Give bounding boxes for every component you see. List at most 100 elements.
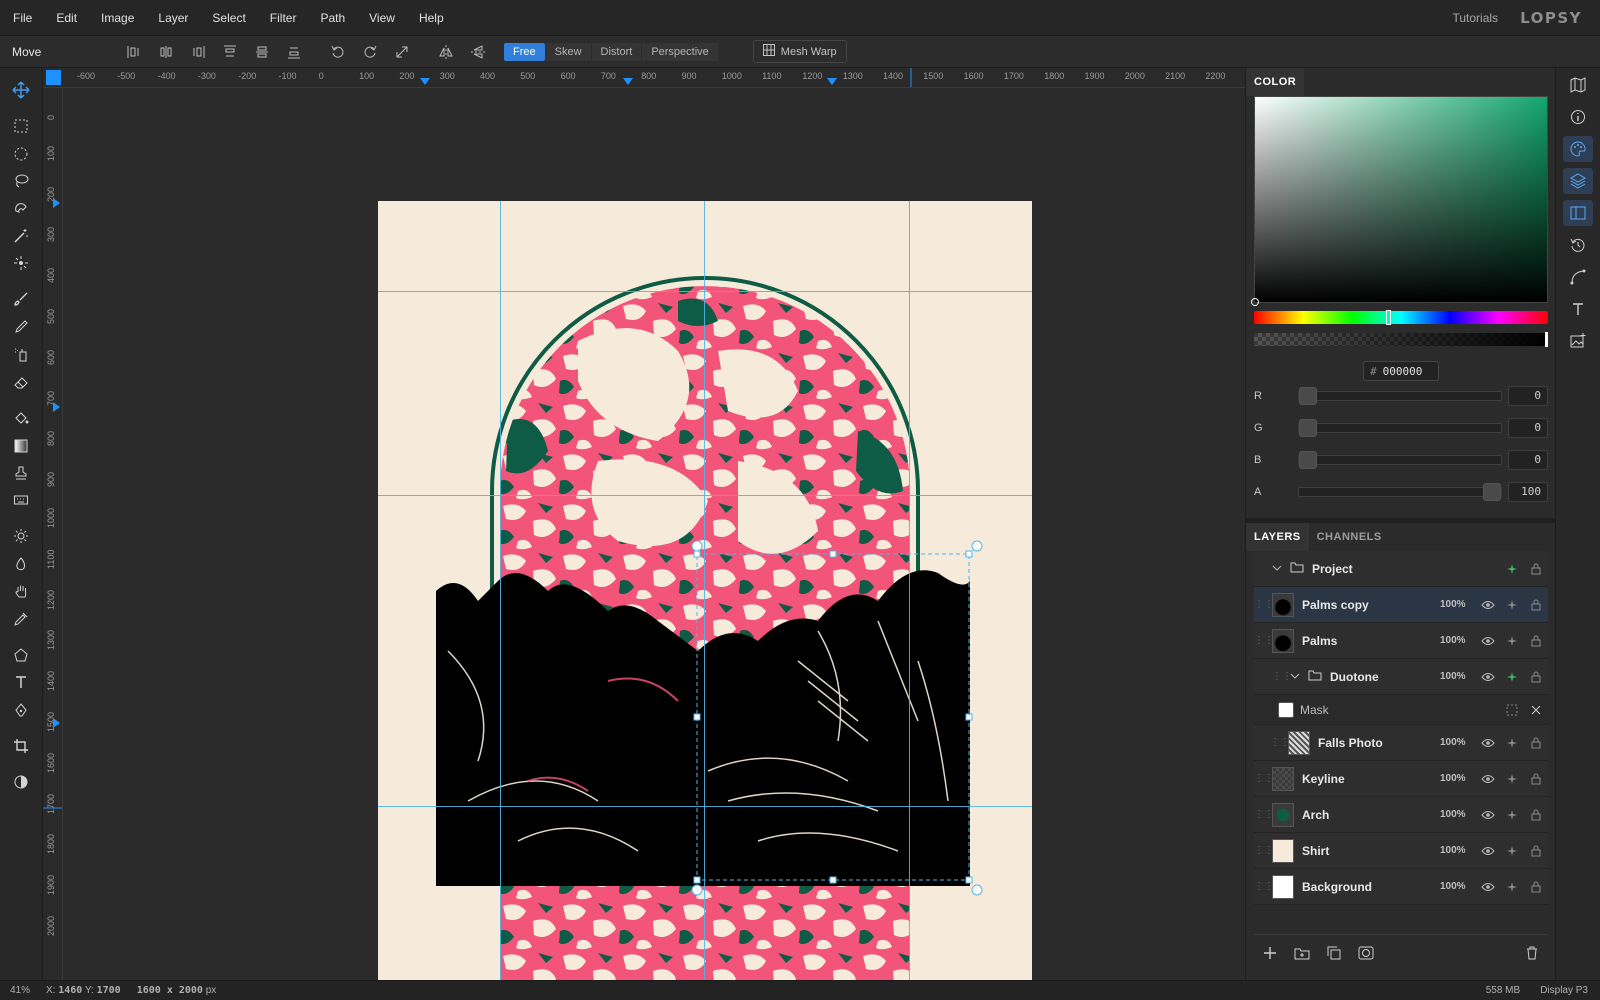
- effects-icon[interactable]: [1500, 599, 1524, 611]
- path-curve-icon[interactable]: [1563, 264, 1593, 290]
- guide-horizontal[interactable]: [378, 495, 1032, 496]
- layer-name[interactable]: Mask: [1300, 703, 1500, 717]
- rotate-cw-icon[interactable]: [354, 39, 386, 65]
- tab-channels[interactable]: CHANNELS: [1309, 523, 1390, 551]
- palette-icon[interactable]: [1563, 136, 1593, 162]
- alpha-value-slider[interactable]: [1298, 483, 1502, 501]
- drag-handle-icon[interactable]: ⋮⋮: [1254, 881, 1274, 892]
- duplicate-icon[interactable]: [1318, 939, 1350, 967]
- drag-handle-icon[interactable]: ⋮⋮: [1272, 671, 1292, 682]
- map-icon[interactable]: [1563, 72, 1593, 98]
- guide-vertical[interactable]: [704, 201, 705, 980]
- add-layer-icon[interactable]: [1254, 939, 1286, 967]
- history-icon[interactable]: [1563, 232, 1593, 258]
- menu-file[interactable]: File: [0, 11, 43, 25]
- hex-input[interactable]: # 000000: [1363, 361, 1439, 381]
- mask-select-icon[interactable]: [1500, 704, 1524, 716]
- red-slider[interactable]: [1298, 387, 1502, 405]
- rect-select-icon[interactable]: [6, 114, 36, 138]
- layer-name[interactable]: Falls Photo: [1318, 736, 1440, 750]
- menu-select[interactable]: Select: [199, 11, 256, 25]
- add-mask-icon[interactable]: [1350, 939, 1382, 967]
- magnetic-lasso-icon[interactable]: [6, 197, 36, 221]
- eye-icon[interactable]: [1476, 672, 1500, 682]
- mode-distort-button[interactable]: Distort: [591, 42, 642, 61]
- layer-name[interactable]: Arch: [1302, 808, 1440, 822]
- drag-handle-icon[interactable]: ⋮⋮: [1270, 737, 1290, 748]
- lock-icon[interactable]: [1524, 809, 1548, 821]
- layer-opacity[interactable]: 100%: [1440, 635, 1476, 646]
- chevron-down-icon[interactable]: [1290, 670, 1308, 684]
- contrast-icon[interactable]: [6, 770, 36, 794]
- layer-opacity[interactable]: 100%: [1440, 809, 1476, 820]
- align-middle-v-icon[interactable]: [246, 39, 278, 65]
- lock-icon[interactable]: [1524, 563, 1548, 575]
- vertical-ruler[interactable]: 0 100 200 300 400 500 600 700 800 900 1000 1100 1200…: [43, 88, 63, 980]
- layer-row[interactable]: ⋮⋮ Falls Photo 100%: [1254, 725, 1548, 761]
- effects-icon[interactable]: [1500, 635, 1524, 647]
- layer-row[interactable]: ⋮⋮ Background 100%: [1254, 869, 1548, 905]
- canvas-area[interactable]: [63, 88, 1245, 980]
- layer-opacity[interactable]: 100%: [1440, 737, 1476, 748]
- effects-icon[interactable]: [1500, 845, 1524, 857]
- eye-icon[interactable]: [1476, 882, 1500, 892]
- align-left-icon[interactable]: [118, 39, 150, 65]
- drag-handle-icon[interactable]: ⋮⋮: [1254, 773, 1274, 784]
- drag-handle-icon[interactable]: ⋮⋮: [1254, 635, 1274, 646]
- gradient-icon[interactable]: [6, 434, 36, 458]
- layer-thumbnail[interactable]: [1288, 730, 1310, 755]
- flip-vertical-icon[interactable]: [462, 39, 494, 65]
- eye-icon[interactable]: [1476, 774, 1500, 784]
- eraser-icon[interactable]: [6, 370, 36, 394]
- align-bottom-icon[interactable]: [278, 39, 310, 65]
- red-slider-handle[interactable]: [1299, 387, 1317, 405]
- horizontal-ruler[interactable]: -600 -500 -400 -300 -200 -100 0 100 200 300 400 500…: [43, 68, 1245, 88]
- layer-name[interactable]: Keyline: [1302, 772, 1440, 786]
- guide-horizontal[interactable]: [378, 291, 1032, 292]
- drag-handle-icon[interactable]: ⋮⋮: [1254, 599, 1274, 610]
- drag-handle-icon[interactable]: ⋮⋮: [1254, 845, 1274, 856]
- text-tool-icon[interactable]: [6, 670, 36, 694]
- zoom-level[interactable]: 41%: [0, 985, 34, 996]
- blur-drop-icon[interactable]: [6, 552, 36, 576]
- hand-icon[interactable]: [6, 579, 36, 603]
- menu-filter[interactable]: Filter: [257, 11, 308, 25]
- color-picker-field[interactable]: [1251, 96, 1548, 306]
- eye-icon[interactable]: [1476, 600, 1500, 610]
- columns-icon[interactable]: [1563, 200, 1593, 226]
- lock-icon[interactable]: [1524, 599, 1548, 611]
- layer-row[interactable]: ⋮⋮ Keyline 100%: [1254, 761, 1548, 797]
- guide-vertical[interactable]: [500, 201, 501, 980]
- mode-skew-button[interactable]: Skew: [545, 42, 591, 61]
- eye-icon[interactable]: [1476, 738, 1500, 748]
- mode-free-button[interactable]: Free: [504, 42, 545, 61]
- quick-select-icon[interactable]: [6, 251, 36, 275]
- picker-cursor[interactable]: [1251, 298, 1259, 306]
- lock-icon[interactable]: [1524, 845, 1548, 857]
- flip-horizontal-icon[interactable]: [430, 39, 462, 65]
- menu-image[interactable]: Image: [88, 11, 145, 25]
- tab-layers[interactable]: LAYERS: [1246, 523, 1309, 551]
- rotate-ccw-icon[interactable]: [322, 39, 354, 65]
- align-center-h-icon[interactable]: [150, 39, 182, 65]
- layers-icon[interactable]: [1563, 168, 1593, 194]
- tutorials-link[interactable]: Tutorials: [1452, 11, 1498, 25]
- lock-icon[interactable]: [1524, 671, 1548, 683]
- layer-row[interactable]: Mask: [1254, 695, 1548, 725]
- spray-icon[interactable]: [6, 342, 36, 366]
- layer-name[interactable]: Duotone: [1330, 670, 1440, 684]
- menu-layer[interactable]: Layer: [145, 11, 199, 25]
- drag-handle-icon[interactable]: ⋮⋮: [1254, 809, 1274, 820]
- menu-path[interactable]: Path: [307, 11, 356, 25]
- layer-opacity[interactable]: 100%: [1440, 599, 1476, 610]
- alpha-value-input[interactable]: 100: [1508, 482, 1548, 502]
- ellipse-select-icon[interactable]: [6, 142, 36, 166]
- new-group-icon[interactable]: [1286, 939, 1318, 967]
- layer-row[interactable]: ⋮⋮ Arch 100%: [1254, 797, 1548, 833]
- eye-icon[interactable]: [1476, 636, 1500, 646]
- crop-icon[interactable]: [6, 734, 36, 758]
- mesh-warp-button[interactable]: Mesh Warp: [752, 40, 847, 63]
- effects-icon[interactable]: [1500, 809, 1524, 821]
- effects-icon[interactable]: [1500, 773, 1524, 785]
- trash-icon[interactable]: [1516, 939, 1548, 967]
